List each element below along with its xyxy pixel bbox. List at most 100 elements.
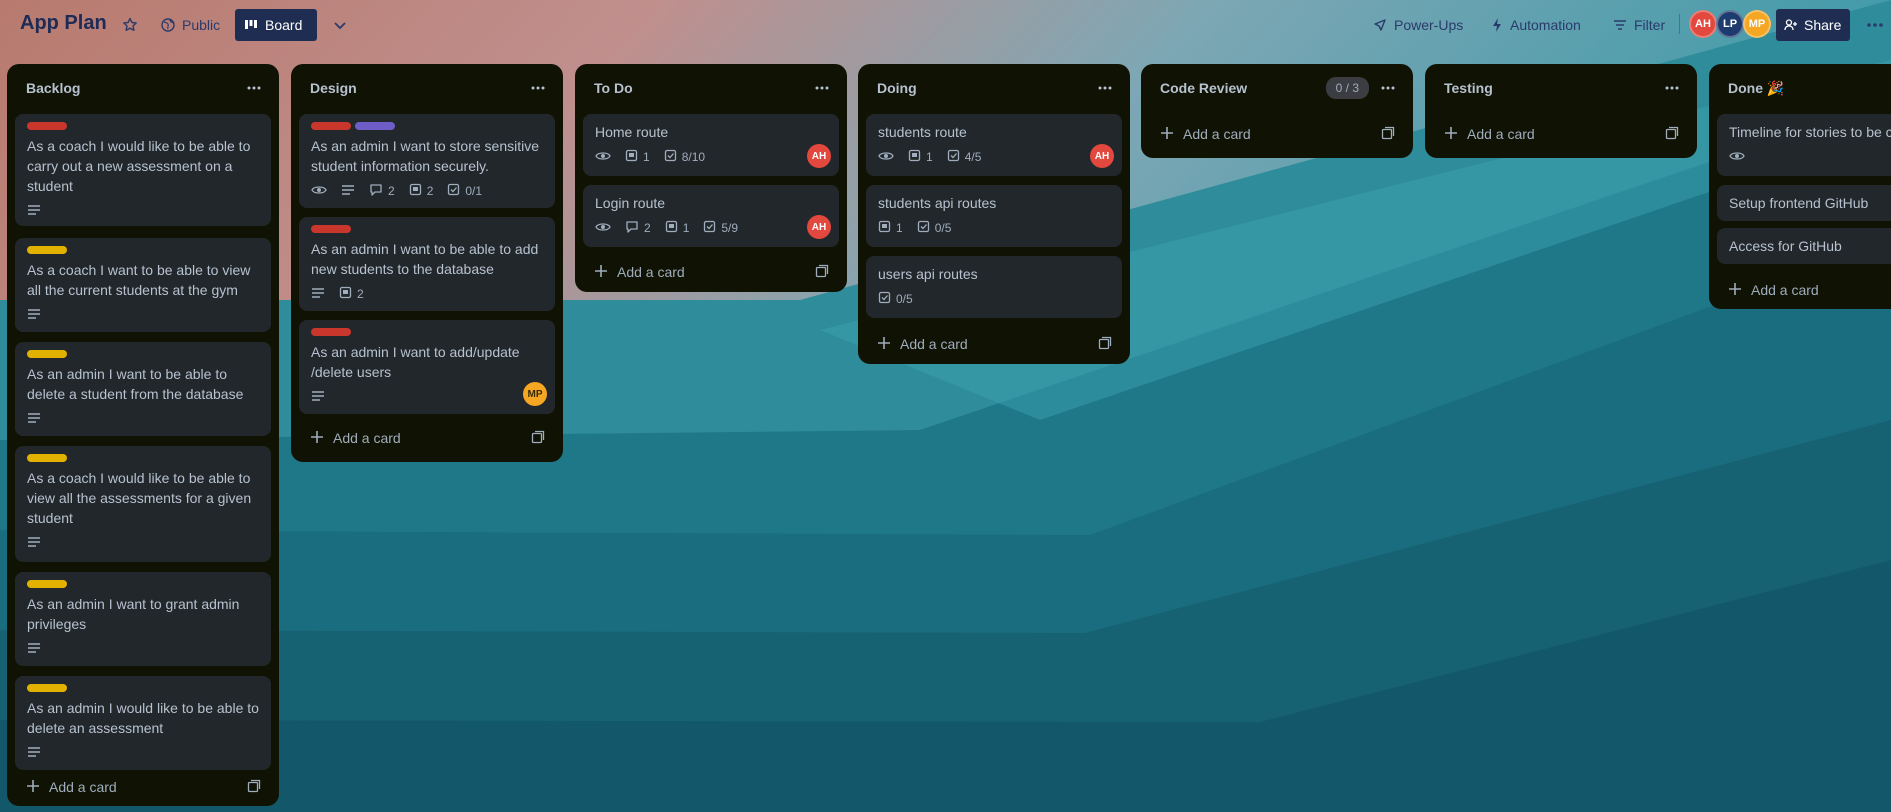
- list-title[interactable]: Done 🎉: [1728, 80, 1784, 97]
- card[interactable]: As an admin I want to store sensitive st…: [299, 114, 555, 208]
- card[interactable]: students api routes 1 0/5: [866, 185, 1122, 247]
- card-member-avatar[interactable]: MP: [523, 382, 547, 406]
- card[interactable]: As an admin I want to be able to delete …: [15, 342, 271, 436]
- card[interactable]: Access for GitHub: [1717, 228, 1891, 264]
- list-column: Code Review 0 / 3 Add a card: [1141, 64, 1413, 158]
- list-menu-button[interactable]: [811, 78, 833, 98]
- add-card-button[interactable]: Add a card: [583, 256, 839, 288]
- card[interactable]: As an admin I want to add/update /delete…: [299, 320, 555, 414]
- card-badge: 1: [625, 149, 650, 165]
- add-card-button[interactable]: Add a card: [1717, 274, 1891, 306]
- card-labels: [27, 454, 259, 462]
- list-menu-button[interactable]: [1377, 78, 1399, 98]
- member-avatar[interactable]: AH: [1689, 10, 1717, 38]
- lightning-icon: [1493, 18, 1501, 32]
- list-title[interactable]: Design: [310, 80, 357, 96]
- list-menu-button[interactable]: [1661, 78, 1683, 98]
- card[interactable]: Home route 1 8/10 AH: [583, 114, 839, 176]
- card-template-icon[interactable]: [1665, 126, 1679, 143]
- list-title[interactable]: Doing: [877, 80, 917, 96]
- badge-count: 1: [682, 221, 690, 235]
- add-card-button[interactable]: Add a card: [1149, 118, 1405, 150]
- member-avatar[interactable]: LP: [1716, 10, 1744, 38]
- board-header: App Plan Public Board Power-Ups Automati…: [0, 0, 1891, 50]
- card-member-avatar[interactable]: AH: [1090, 144, 1114, 168]
- card[interactable]: As an admin I want to be able to add new…: [299, 217, 555, 311]
- card-label[interactable]: [27, 454, 67, 462]
- globe-icon: [161, 18, 175, 32]
- comment-icon: [625, 220, 639, 236]
- card-badge: 2: [409, 183, 433, 199]
- card-title: As an admin I would like to be able to d…: [27, 700, 259, 736]
- list-title[interactable]: Testing: [1444, 80, 1493, 96]
- description-icon: [27, 204, 41, 219]
- list-menu-button[interactable]: [527, 78, 549, 98]
- card-member-avatar[interactable]: AH: [807, 215, 831, 239]
- list-title[interactable]: To Do: [594, 80, 633, 96]
- checklist-icon: [878, 291, 891, 307]
- card-label[interactable]: [27, 684, 67, 692]
- list-title[interactable]: Code Review: [1160, 80, 1247, 96]
- card-label[interactable]: [27, 246, 67, 254]
- card-template-icon[interactable]: [531, 430, 545, 447]
- board-view-button[interactable]: Board: [235, 9, 317, 41]
- visibility-button[interactable]: Public: [152, 9, 228, 41]
- card-label[interactable]: [355, 122, 395, 130]
- badge-count: 5/9: [721, 221, 739, 235]
- checklist-icon: [917, 220, 930, 236]
- card[interactable]: As a coach I want to be able to view all…: [15, 238, 271, 332]
- card-badges: [27, 743, 259, 763]
- card-badge: [27, 536, 41, 551]
- card[interactable]: Timeline for stories to be c: [1717, 114, 1891, 176]
- card[interactable]: students route 1 4/5 AH: [866, 114, 1122, 176]
- toolbar-divider: [1679, 14, 1680, 34]
- board-menu-button[interactable]: [1858, 9, 1891, 41]
- list-column: To Do Home route 1 8/10 AH Login route 2 1 5/9 AH…: [575, 64, 847, 292]
- add-card-label: Add a card: [1751, 282, 1819, 298]
- member-avatar[interactable]: MP: [1743, 10, 1771, 38]
- board-title[interactable]: App Plan: [20, 12, 107, 35]
- card-title: Login route: [595, 195, 666, 211]
- card[interactable]: As an admin I would like to be able to d…: [15, 676, 271, 770]
- card[interactable]: As a coach I would like to be able to ca…: [15, 114, 271, 226]
- add-card-button[interactable]: Add a card: [1433, 118, 1689, 150]
- card-label[interactable]: [27, 350, 67, 358]
- list-menu-button[interactable]: [243, 78, 265, 98]
- card[interactable]: users api routes 0/5: [866, 256, 1122, 318]
- card-template-icon[interactable]: [1381, 126, 1395, 143]
- card-badges: 1 0/5: [878, 218, 1110, 238]
- card-template-icon[interactable]: [1098, 336, 1112, 353]
- list-menu-button[interactable]: [1094, 78, 1116, 98]
- list-title[interactable]: Backlog: [26, 80, 80, 96]
- card[interactable]: Login route 2 1 5/9 AH: [583, 185, 839, 247]
- share-label: Share: [1804, 17, 1842, 33]
- card-label[interactable]: [311, 122, 351, 130]
- card-label[interactable]: [311, 328, 351, 336]
- card-label[interactable]: [311, 225, 351, 233]
- card[interactable]: As a coach I would like to be able to vi…: [15, 446, 271, 562]
- add-card-button[interactable]: Add a card: [15, 771, 271, 803]
- card-title: Access for GitHub: [1729, 238, 1842, 254]
- filter-button[interactable]: Filter: [1604, 9, 1673, 41]
- add-card-button[interactable]: Add a card: [299, 422, 555, 454]
- card-template-icon[interactable]: [247, 779, 261, 796]
- card-badges: 1 8/10: [595, 147, 827, 167]
- card-badge: [311, 184, 327, 199]
- automation-button[interactable]: Automation: [1482, 9, 1589, 41]
- card-member-avatar[interactable]: AH: [807, 144, 831, 168]
- card-template-icon[interactable]: [815, 264, 829, 281]
- card-label[interactable]: [27, 580, 67, 588]
- power-ups-button[interactable]: Power-Ups: [1364, 9, 1471, 41]
- card-badge: 2: [339, 286, 364, 302]
- card[interactable]: Setup frontend GitHub: [1717, 185, 1891, 221]
- card-title: As a coach I would like to be able to ca…: [27, 138, 251, 194]
- share-button[interactable]: Share: [1776, 9, 1850, 41]
- card-label[interactable]: [27, 122, 67, 130]
- chevron-down-icon: [334, 22, 346, 30]
- star-button[interactable]: [114, 9, 146, 41]
- card-badge: [311, 287, 325, 302]
- view-switcher-button[interactable]: [324, 9, 356, 41]
- add-card-button[interactable]: Add a card: [866, 328, 1122, 360]
- attachment-icon: [665, 220, 678, 236]
- card[interactable]: As an admin I want to grant admin privil…: [15, 572, 271, 666]
